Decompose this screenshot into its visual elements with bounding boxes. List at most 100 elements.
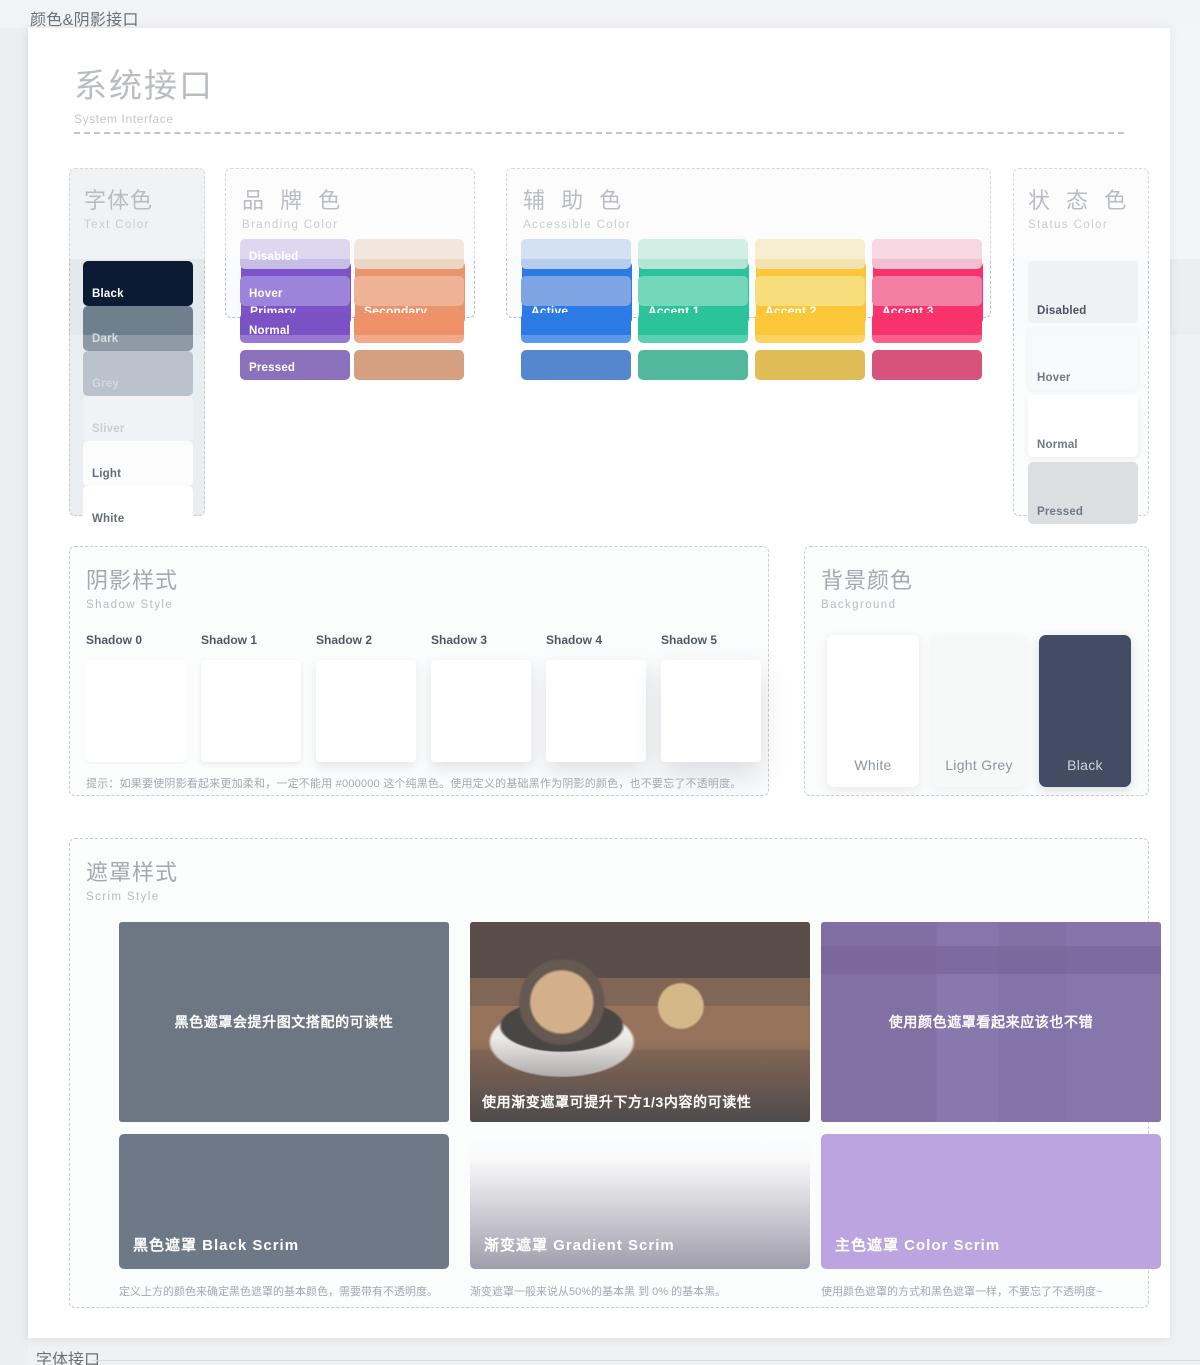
scrim-block-label: 渐变遮罩 Gradient Scrim bbox=[484, 1237, 675, 1254]
panel-scrim-style: 遮罩样式 Scrim Style 黑色遮罩会提升图文搭配的可读性 使用渐变遮罩可… bbox=[69, 838, 1161, 1308]
swatch-active-ramp-2[interactable] bbox=[521, 276, 631, 306]
scrim-image-gradient[interactable]: 使用渐变遮罩可提升下方1/3内容的可读性 bbox=[470, 922, 810, 1122]
scrim-block-gradient[interactable]: 渐变遮罩 Gradient Scrim bbox=[470, 1134, 810, 1269]
shadow-label-1: Shadow 1 bbox=[201, 633, 258, 647]
swatch-primary-pressed[interactable]: Pressed bbox=[240, 350, 350, 380]
shadow-card-1 bbox=[201, 660, 301, 762]
swatch-text-grey[interactable]: Grey bbox=[83, 351, 193, 396]
page-title-en: System Interface bbox=[74, 111, 174, 126]
scrim-block-black[interactable]: 黑色遮罩 Black Scrim bbox=[119, 1134, 449, 1269]
swatch-accent3-ramp-1[interactable] bbox=[872, 239, 982, 269]
swatch-status-hover[interactable]: Hover bbox=[1028, 328, 1138, 390]
swatch-label: Light bbox=[92, 468, 122, 480]
shadow-label-4: Shadow 4 bbox=[546, 633, 603, 647]
shadow-label-3: Shadow 3 bbox=[431, 633, 488, 647]
swatch-primary-disabled[interactable]: Disabled bbox=[240, 239, 350, 269]
swatch-accent2-ramp-2[interactable] bbox=[755, 276, 865, 306]
swatch-label: Dark bbox=[92, 333, 119, 345]
swatch-label: Sliver bbox=[92, 423, 125, 435]
swatch-label: White bbox=[92, 513, 125, 525]
next-section-title: 字体接口 bbox=[36, 1352, 101, 1365]
swatch-accent2-ramp-1[interactable] bbox=[755, 239, 865, 269]
scrim-caption: 使用渐变遮罩可提升下方1/3内容的可读性 bbox=[482, 1094, 752, 1110]
accessible-title-cn: 辅 助 色 bbox=[523, 188, 627, 213]
swatch-secondary-hover[interactable] bbox=[354, 276, 464, 306]
panel-status-color: 状 态 色 Status Color Disabled Hover Normal… bbox=[1013, 168, 1149, 524]
branding-title-en: Branding Color bbox=[242, 219, 339, 231]
swatch-text-sliver[interactable]: Sliver bbox=[83, 396, 193, 441]
scrim-note-black: 定义上方的颜色来确定黑色遮罩的基本颜色，需要带有不透明度。 bbox=[119, 1286, 438, 1298]
bg-card-label: Light Grey bbox=[945, 757, 1013, 773]
swatch-label: Hover bbox=[249, 288, 283, 300]
swatch-primary-hover[interactable]: Hover bbox=[240, 276, 350, 306]
swatch-accent3-ramp-3[interactable] bbox=[872, 313, 982, 343]
shadow-title-en: Shadow Style bbox=[86, 599, 174, 611]
swatch-label: Disabled bbox=[1037, 305, 1087, 317]
swatch-accent1-ramp-4[interactable] bbox=[638, 350, 748, 380]
swatch-status-normal[interactable]: Normal bbox=[1028, 395, 1138, 457]
panel-background: 背景颜色 Background White Light Grey Black bbox=[804, 546, 1149, 796]
shadow-card-4 bbox=[546, 660, 646, 762]
header-divider bbox=[74, 132, 1124, 134]
status-title-cn: 状 态 色 bbox=[1028, 188, 1132, 213]
bg-card-white[interactable]: White bbox=[827, 635, 919, 787]
panel-shadow-style: 阴影样式 Shadow Style Shadow 0 Shadow 1 Shad… bbox=[69, 546, 769, 796]
shadow-title-cn: 阴影样式 bbox=[86, 568, 179, 593]
swatch-status-pressed[interactable]: Pressed bbox=[1028, 462, 1138, 524]
scrim-image-black[interactable]: 黑色遮罩会提升图文搭配的可读性 bbox=[119, 922, 449, 1122]
bg-card-label: White bbox=[854, 757, 892, 773]
scrim-note-gradient: 渐变遮罩一般来说从50%的基本黑 到 0% 的基本黑。 bbox=[470, 1286, 727, 1298]
swatch-secondary-pressed[interactable] bbox=[354, 350, 464, 380]
swatch-accent1-ramp-3[interactable] bbox=[638, 313, 748, 343]
artboard: 系统接口 System Interface 字体色 Text Color Bla… bbox=[28, 28, 1200, 1365]
swatch-accent3-ramp-2[interactable] bbox=[872, 276, 982, 306]
swatch-text-light[interactable]: Light bbox=[83, 441, 193, 486]
panel-text-color: 字体色 Text Color Black Dark Grey Sliver Li… bbox=[69, 168, 205, 531]
swatch-text-dark[interactable]: Dark bbox=[83, 306, 193, 351]
swatch-active-ramp-4[interactable] bbox=[521, 350, 631, 380]
shadow-label-2: Shadow 2 bbox=[316, 633, 373, 647]
swatch-accent1-ramp-2[interactable] bbox=[638, 276, 748, 306]
shadow-label-5: Shadow 5 bbox=[661, 633, 718, 647]
scrim-image-color[interactable]: 使用颜色遮罩看起来应该也不错 bbox=[821, 922, 1161, 1122]
shadow-card-2 bbox=[316, 660, 416, 762]
scrim-note-color: 使用颜色遮罩的方式和黑色遮罩一样，不要忘了不透明度~ bbox=[821, 1286, 1103, 1298]
swatch-label: Normal bbox=[249, 325, 290, 337]
accessible-title-en: Accessible Color bbox=[523, 219, 632, 231]
bg-card-light-grey[interactable]: Light Grey bbox=[933, 635, 1025, 787]
swatch-accent2-ramp-3[interactable] bbox=[755, 313, 865, 343]
shadow-card-5 bbox=[661, 660, 761, 762]
background-title-en: Background bbox=[821, 599, 897, 611]
swatch-text-black[interactable]: Black bbox=[83, 261, 193, 306]
scrim-block-label: 黑色遮罩 Black Scrim bbox=[133, 1237, 300, 1254]
shadow-card-0 bbox=[86, 660, 186, 762]
status-title-en: Status Color bbox=[1028, 219, 1109, 231]
swatch-accent1-ramp-1[interactable] bbox=[638, 239, 748, 269]
swatch-text-white[interactable]: White bbox=[83, 486, 193, 531]
scrim-block-color[interactable]: 主色遮罩 Color Scrim bbox=[821, 1134, 1161, 1269]
swatch-label: Disabled bbox=[249, 251, 299, 263]
board-title: 颜色&阴影接口 bbox=[30, 12, 139, 29]
branding-title-cn: 品 牌 色 bbox=[242, 188, 346, 213]
scrim-title-en: Scrim Style bbox=[86, 891, 160, 903]
text-color-title-cn: 字体色 bbox=[84, 188, 154, 213]
next-section-divider bbox=[92, 1360, 1200, 1361]
swatch-primary-normal[interactable]: Normal bbox=[240, 313, 350, 343]
swatch-active-ramp-3[interactable] bbox=[521, 313, 631, 343]
background-title-cn: 背景颜色 bbox=[821, 568, 914, 593]
swatch-accent2-ramp-4[interactable] bbox=[755, 350, 865, 380]
page-title-cn: 系统接口 bbox=[74, 67, 214, 104]
scrim-block-label: 主色遮罩 Color Scrim bbox=[835, 1237, 1001, 1254]
swatch-label: Grey bbox=[92, 378, 120, 390]
scrim-caption: 黑色遮罩会提升图文搭配的可读性 bbox=[174, 1014, 394, 1030]
bg-card-label: Black bbox=[1067, 757, 1103, 773]
board-topbar bbox=[0, 0, 1200, 28]
swatch-active-ramp-1[interactable] bbox=[521, 239, 631, 269]
swatch-secondary-disabled[interactable] bbox=[354, 239, 464, 269]
swatch-secondary-normal[interactable] bbox=[354, 313, 464, 343]
swatch-label: Pressed bbox=[1037, 506, 1084, 518]
swatch-accent3-ramp-4[interactable] bbox=[872, 350, 982, 380]
swatch-label: Hover bbox=[1037, 372, 1071, 384]
swatch-status-disabled[interactable]: Disabled bbox=[1028, 261, 1138, 323]
bg-card-black[interactable]: Black bbox=[1039, 635, 1131, 787]
